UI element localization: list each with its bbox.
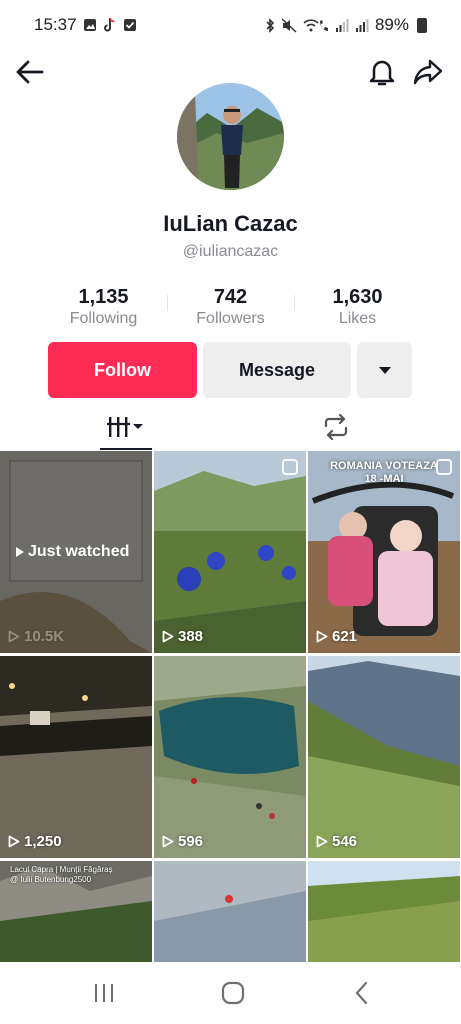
profile-actions: Follow Message — [48, 342, 412, 398]
video-tile[interactable]: 388 — [154, 451, 306, 653]
stat-label: Following — [69, 310, 138, 327]
system-back-icon — [355, 981, 368, 1005]
display-name: IuLian Cazac — [163, 211, 298, 236]
video-grid: Just watched 10.5K 388 ROMANIA VOTEAZA 1… — [0, 451, 461, 962]
share-icon — [413, 59, 443, 85]
view-count: 596 — [162, 833, 203, 850]
battery-percent: 89% — [374, 15, 409, 34]
just-watched-label: Just watched — [28, 543, 130, 560]
stat-value: 1,135 — [78, 286, 129, 308]
follow-button[interactable]: Follow — [48, 342, 197, 398]
view-count-label: 1,250 — [24, 833, 62, 850]
back-button[interactable] — [12, 54, 48, 90]
notifications-button[interactable] — [364, 54, 400, 90]
play-outline-icon — [162, 835, 174, 848]
play-outline-icon — [8, 630, 20, 643]
home-button[interactable] — [218, 978, 248, 1008]
status-left: 15:37 — [34, 15, 137, 35]
stats-row: 1,135 Following 742 Followers 1,630 Like… — [40, 285, 421, 333]
stat-value: 1,630 — [332, 286, 383, 308]
stat-label: Likes — [338, 310, 377, 327]
grid-icon — [107, 417, 143, 437]
stat-label: Followers — [196, 310, 265, 327]
signal-icon — [355, 18, 369, 32]
stat-likes[interactable]: 1,630 Likes — [294, 285, 421, 333]
battery-icon — [417, 17, 427, 33]
video-tile[interactable]: Lacul Capra | Munții Făgăraș @ Iulii But… — [0, 861, 152, 962]
play-outline-icon — [8, 835, 20, 848]
system-back-button[interactable] — [347, 978, 377, 1008]
tab-reposts[interactable] — [296, 404, 376, 450]
play-outline-icon — [316, 835, 328, 848]
bell-icon — [369, 60, 395, 86]
view-count-label: 546 — [332, 833, 358, 850]
video-tile[interactable] — [154, 861, 306, 962]
checkbox-icon — [123, 18, 137, 32]
tiktok-icon — [103, 17, 117, 33]
stat-following[interactable]: 1,135 Following — [40, 285, 167, 333]
video-tile[interactable]: ROMANIA VOTEAZA 18 -MAI 621 — [308, 451, 460, 653]
video-tile[interactable]: 1,250 — [0, 656, 152, 858]
photo-carousel-icon — [282, 459, 298, 475]
recent-apps-icon — [95, 984, 113, 1002]
view-count-label: 621 — [332, 628, 358, 645]
view-count: 388 — [162, 628, 203, 645]
video-tile[interactable]: 546 — [308, 656, 460, 858]
wifi-call-icon — [303, 18, 329, 33]
view-count: 621 — [316, 628, 357, 645]
video-tile[interactable]: Just watched 10.5K — [0, 451, 152, 653]
bluetooth-icon — [265, 17, 275, 33]
photo-carousel-icon — [436, 459, 452, 475]
caret-down-icon — [378, 366, 391, 374]
view-count-label: 10.5K — [24, 628, 65, 645]
more-options-button[interactable] — [357, 342, 412, 398]
stat-value: 742 — [213, 286, 248, 308]
play-outline-icon — [316, 630, 328, 643]
gallery-icon — [83, 18, 97, 32]
view-count-label: 596 — [178, 833, 204, 850]
mute-icon — [281, 17, 297, 33]
status-right: 89% — [265, 15, 427, 35]
signal-icon — [335, 18, 349, 32]
just-watched-badge: Just watched — [16, 543, 129, 561]
home-icon — [221, 981, 245, 1005]
video-tile[interactable] — [308, 861, 460, 962]
profile-tabs — [0, 404, 461, 450]
view-count: 10.5K — [8, 628, 64, 645]
video-caption: Lacul Capra | Munții Făgăraș @ Iulii But… — [10, 865, 113, 884]
active-tab-indicator — [100, 448, 152, 450]
view-count-label: 388 — [178, 628, 204, 645]
play-icon — [16, 547, 24, 557]
username: @iuliancazac — [182, 243, 279, 260]
repost-icon — [324, 414, 348, 440]
tab-videos[interactable] — [86, 404, 166, 450]
system-nav-bar — [0, 962, 461, 1024]
recent-apps-button[interactable] — [89, 978, 119, 1008]
video-tile[interactable]: 596 — [154, 656, 306, 858]
message-button[interactable]: Message — [203, 342, 351, 398]
status-time: 15:37 — [34, 15, 77, 34]
avatar[interactable] — [177, 83, 284, 190]
view-count: 546 — [316, 833, 357, 850]
view-count: 1,250 — [8, 833, 62, 850]
arrow-left-icon — [16, 60, 44, 84]
stat-followers[interactable]: 742 Followers — [167, 285, 294, 333]
share-button[interactable] — [410, 54, 446, 90]
status-bar: 15:37 89% — [0, 0, 461, 50]
play-outline-icon — [162, 630, 174, 643]
